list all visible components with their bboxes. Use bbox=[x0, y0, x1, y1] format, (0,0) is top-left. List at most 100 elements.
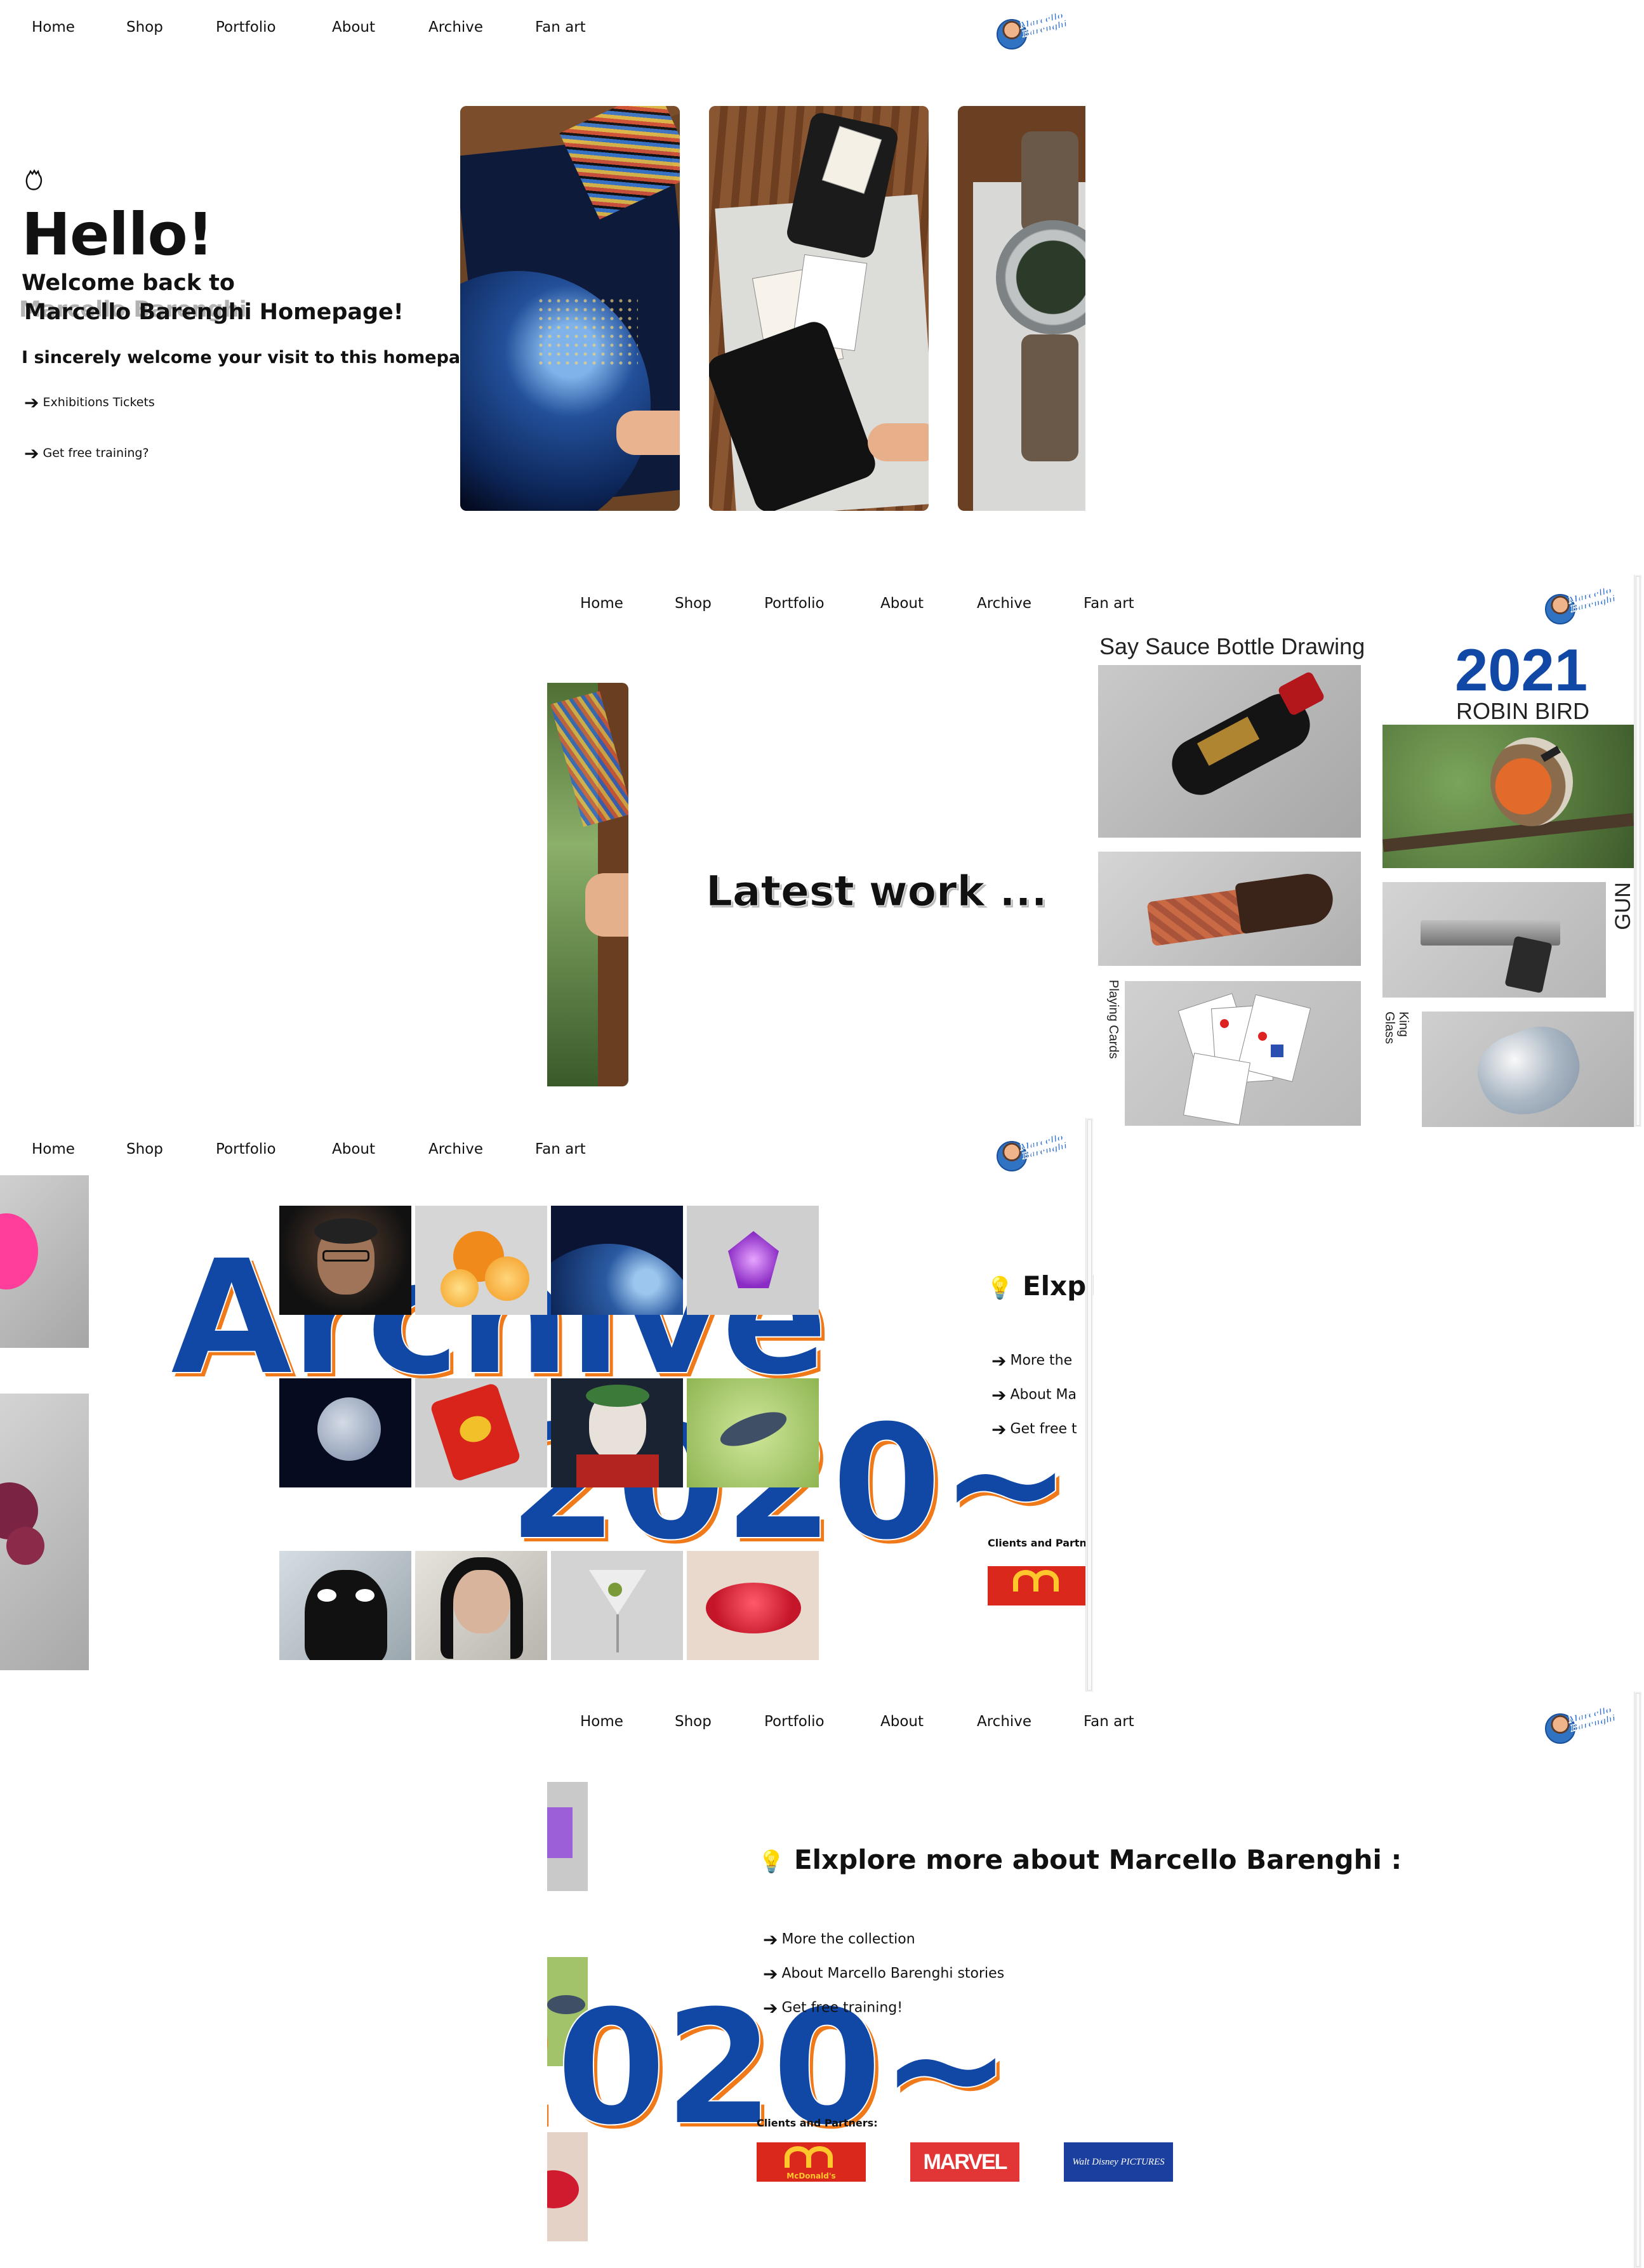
nav-portfolio[interactable]: Portfolio bbox=[764, 1713, 825, 1730]
explore-link-stories[interactable]: ➔ About Ma bbox=[991, 1385, 1077, 1406]
archive-item-martini[interactable] bbox=[551, 1551, 683, 1660]
archive-item-portrait[interactable] bbox=[279, 1206, 411, 1315]
nav-fan-art[interactable]: Fan art bbox=[1084, 1713, 1134, 1730]
panel-explore: Home Shop Portfolio About Archive Fan ar… bbox=[547, 1692, 1644, 2268]
waving-hand-icon bbox=[23, 168, 48, 193]
archive-item-chips[interactable] bbox=[415, 1378, 547, 1487]
site-logo[interactable]: Marcello Barenghi bbox=[1545, 585, 1617, 624]
nav-about[interactable]: About bbox=[880, 595, 924, 612]
archive-item-amethyst[interactable] bbox=[687, 1206, 819, 1315]
archive-item-earth[interactable] bbox=[551, 1206, 683, 1315]
partners-label: Clients and Partners: bbox=[757, 2117, 878, 2129]
carousel-earth-drawing[interactable] bbox=[460, 106, 680, 511]
archive-item-venom[interactable] bbox=[279, 1551, 411, 1660]
nav-home[interactable]: Home bbox=[580, 1713, 623, 1730]
site-logo[interactable]: Marcello Barenghi bbox=[1545, 1704, 1617, 1744]
playing-cards-drawing[interactable] bbox=[1125, 981, 1361, 1126]
year-2021: 2021 bbox=[1455, 636, 1588, 703]
nav-about[interactable]: About bbox=[332, 19, 375, 36]
arrow-right-icon: ➔ bbox=[763, 1963, 778, 1984]
archive-item-joker[interactable] bbox=[551, 1378, 683, 1487]
hero-subtitle-line2: Marcello Barenghi Homepage! bbox=[24, 300, 404, 325]
archive-item-moon[interactable] bbox=[279, 1378, 411, 1487]
robin-bird-drawing[interactable] bbox=[1382, 725, 1634, 868]
exhibition-tickets-label: Exhibitions Tickets bbox=[43, 395, 155, 409]
nav-portfolio[interactable]: Portfolio bbox=[216, 1141, 276, 1157]
nav-shop[interactable]: Shop bbox=[675, 595, 712, 612]
nav-archive[interactable]: Archive bbox=[428, 1141, 483, 1157]
nav-fan-art[interactable]: Fan art bbox=[1084, 595, 1134, 612]
panel-latest-work: Home Shop Portfolio About Archive Fan ar… bbox=[547, 575, 1644, 1127]
vertical-scrollbar[interactable] bbox=[1634, 1692, 1641, 2268]
partial-drawing-top[interactable] bbox=[0, 1175, 89, 1348]
site-logo[interactable]: Marcello Barenghi bbox=[997, 1132, 1069, 1171]
nav-portfolio[interactable]: Portfolio bbox=[764, 595, 825, 612]
nav-portfolio[interactable]: Portfolio bbox=[216, 19, 276, 36]
archive-item-koi[interactable] bbox=[687, 1378, 819, 1487]
glass-drawing[interactable] bbox=[1422, 1012, 1634, 1127]
top-nav: Home Shop Portfolio About Archive Fan ar… bbox=[0, 0, 1085, 57]
nav-fan-art[interactable]: Fan art bbox=[535, 19, 586, 36]
partner-marvel-label: MARVEL bbox=[923, 2149, 1008, 2174]
ice-cream-drawing[interactable] bbox=[1098, 852, 1361, 966]
king-glass-title: King Glass bbox=[1382, 1012, 1410, 1044]
carousel-partial-drawing[interactable] bbox=[547, 683, 628, 1086]
hero-welcome-text: I sincerely welcome your visit to this h… bbox=[22, 348, 491, 367]
explore-heading: 💡 Elxplore more about Marcello Barenghi … bbox=[758, 1844, 1402, 1875]
soy-sauce-drawing[interactable] bbox=[1098, 665, 1361, 838]
nav-about[interactable]: About bbox=[880, 1713, 924, 1730]
lightbulb-icon: 💡 bbox=[986, 1276, 1014, 1301]
partner-marvel-logo[interactable]: MARVEL bbox=[910, 2142, 1019, 2182]
lightbulb-icon: 💡 bbox=[758, 1849, 785, 1875]
partner-disney-logo[interactable]: Walt Disney PICTURES bbox=[1064, 2142, 1173, 2182]
free-training-link[interactable]: ➔ Get free training? bbox=[24, 443, 149, 464]
nav-archive[interactable]: Archive bbox=[977, 595, 1031, 612]
top-nav: Home Shop Portfolio About Archive Fan ar… bbox=[547, 1692, 1644, 1749]
nav-shop[interactable]: Shop bbox=[126, 1141, 163, 1157]
partial-drawing-bottom[interactable] bbox=[0, 1394, 89, 1670]
king-label: King bbox=[1396, 1012, 1410, 1038]
nav-about[interactable]: About bbox=[332, 1141, 375, 1157]
top-nav: Home Shop Portfolio About Archive Fan ar… bbox=[547, 575, 1644, 632]
explore-link-stories[interactable]: ➔ About Marcello Barenghi stories bbox=[763, 1963, 1004, 1984]
nav-shop[interactable]: Shop bbox=[126, 19, 163, 36]
explore-link-training[interactable]: ➔ Get free t bbox=[991, 1419, 1077, 1440]
nav-archive[interactable]: Archive bbox=[428, 19, 483, 36]
vertical-scrollbar[interactable] bbox=[1634, 575, 1641, 1127]
arrow-right-icon: ➔ bbox=[763, 1998, 778, 2019]
partner-mcdonalds-label: McDonald's bbox=[786, 2172, 836, 2180]
logo-script: Marcello Barenghi bbox=[1019, 1132, 1069, 1162]
logo-script: Marcello Barenghi bbox=[1567, 585, 1617, 615]
partner-mcdonalds-logo[interactable] bbox=[988, 1566, 1085, 1605]
explore-link-training[interactable]: ➔ Get free training! bbox=[763, 1998, 903, 2019]
exhibition-tickets-link[interactable]: ➔ Exhibitions Tickets bbox=[24, 392, 155, 413]
nav-home[interactable]: Home bbox=[32, 19, 75, 36]
nav-home[interactable]: Home bbox=[32, 1141, 75, 1157]
robin-bird-title: ROBIN BIRD bbox=[1456, 698, 1590, 724]
nav-fan-art[interactable]: Fan art bbox=[535, 1141, 586, 1157]
partners-label-partial: Clients and Partne bbox=[988, 1537, 1094, 1549]
arrow-right-icon: ➔ bbox=[991, 1385, 1007, 1406]
nav-archive[interactable]: Archive bbox=[977, 1713, 1031, 1730]
archive-item-lips[interactable] bbox=[687, 1551, 819, 1660]
panel-archive: Home Shop Portfolio About Archive Fan ar… bbox=[0, 1118, 1094, 1692]
carousel-watch-drawing[interactable] bbox=[958, 106, 1085, 511]
arrow-right-icon: ➔ bbox=[991, 1419, 1007, 1440]
site-logo[interactable]: Marcello Barenghi bbox=[997, 10, 1069, 49]
archive-strip-1[interactable] bbox=[547, 1782, 588, 1891]
partner-disney-label: Walt Disney PICTURES bbox=[1072, 2157, 1165, 2167]
archive-item-eminem[interactable] bbox=[415, 1551, 547, 1660]
vertical-scrollbar[interactable] bbox=[1085, 1118, 1093, 1692]
archive-item-oranges[interactable] bbox=[415, 1206, 547, 1315]
nav-home[interactable]: Home bbox=[580, 595, 623, 612]
explore-heading-partial: 💡 Elxpl bbox=[986, 1270, 1094, 1302]
hero-title: Hello! bbox=[22, 201, 214, 268]
logo-script: Marcello Barenghi bbox=[1019, 10, 1069, 40]
top-nav: Home Shop Portfolio About Archive Fan ar… bbox=[0, 1122, 1094, 1179]
nav-shop[interactable]: Shop bbox=[675, 1713, 712, 1730]
carousel-cards-drawing[interactable] bbox=[709, 106, 929, 511]
gun-drawing[interactable] bbox=[1382, 882, 1606, 998]
partner-mcdonalds-logo[interactable]: McDonald's bbox=[757, 2142, 866, 2182]
explore-link-collection[interactable]: ➔ More the collection bbox=[763, 1929, 915, 1950]
explore-link-collection[interactable]: ➔ More the bbox=[991, 1350, 1072, 1371]
